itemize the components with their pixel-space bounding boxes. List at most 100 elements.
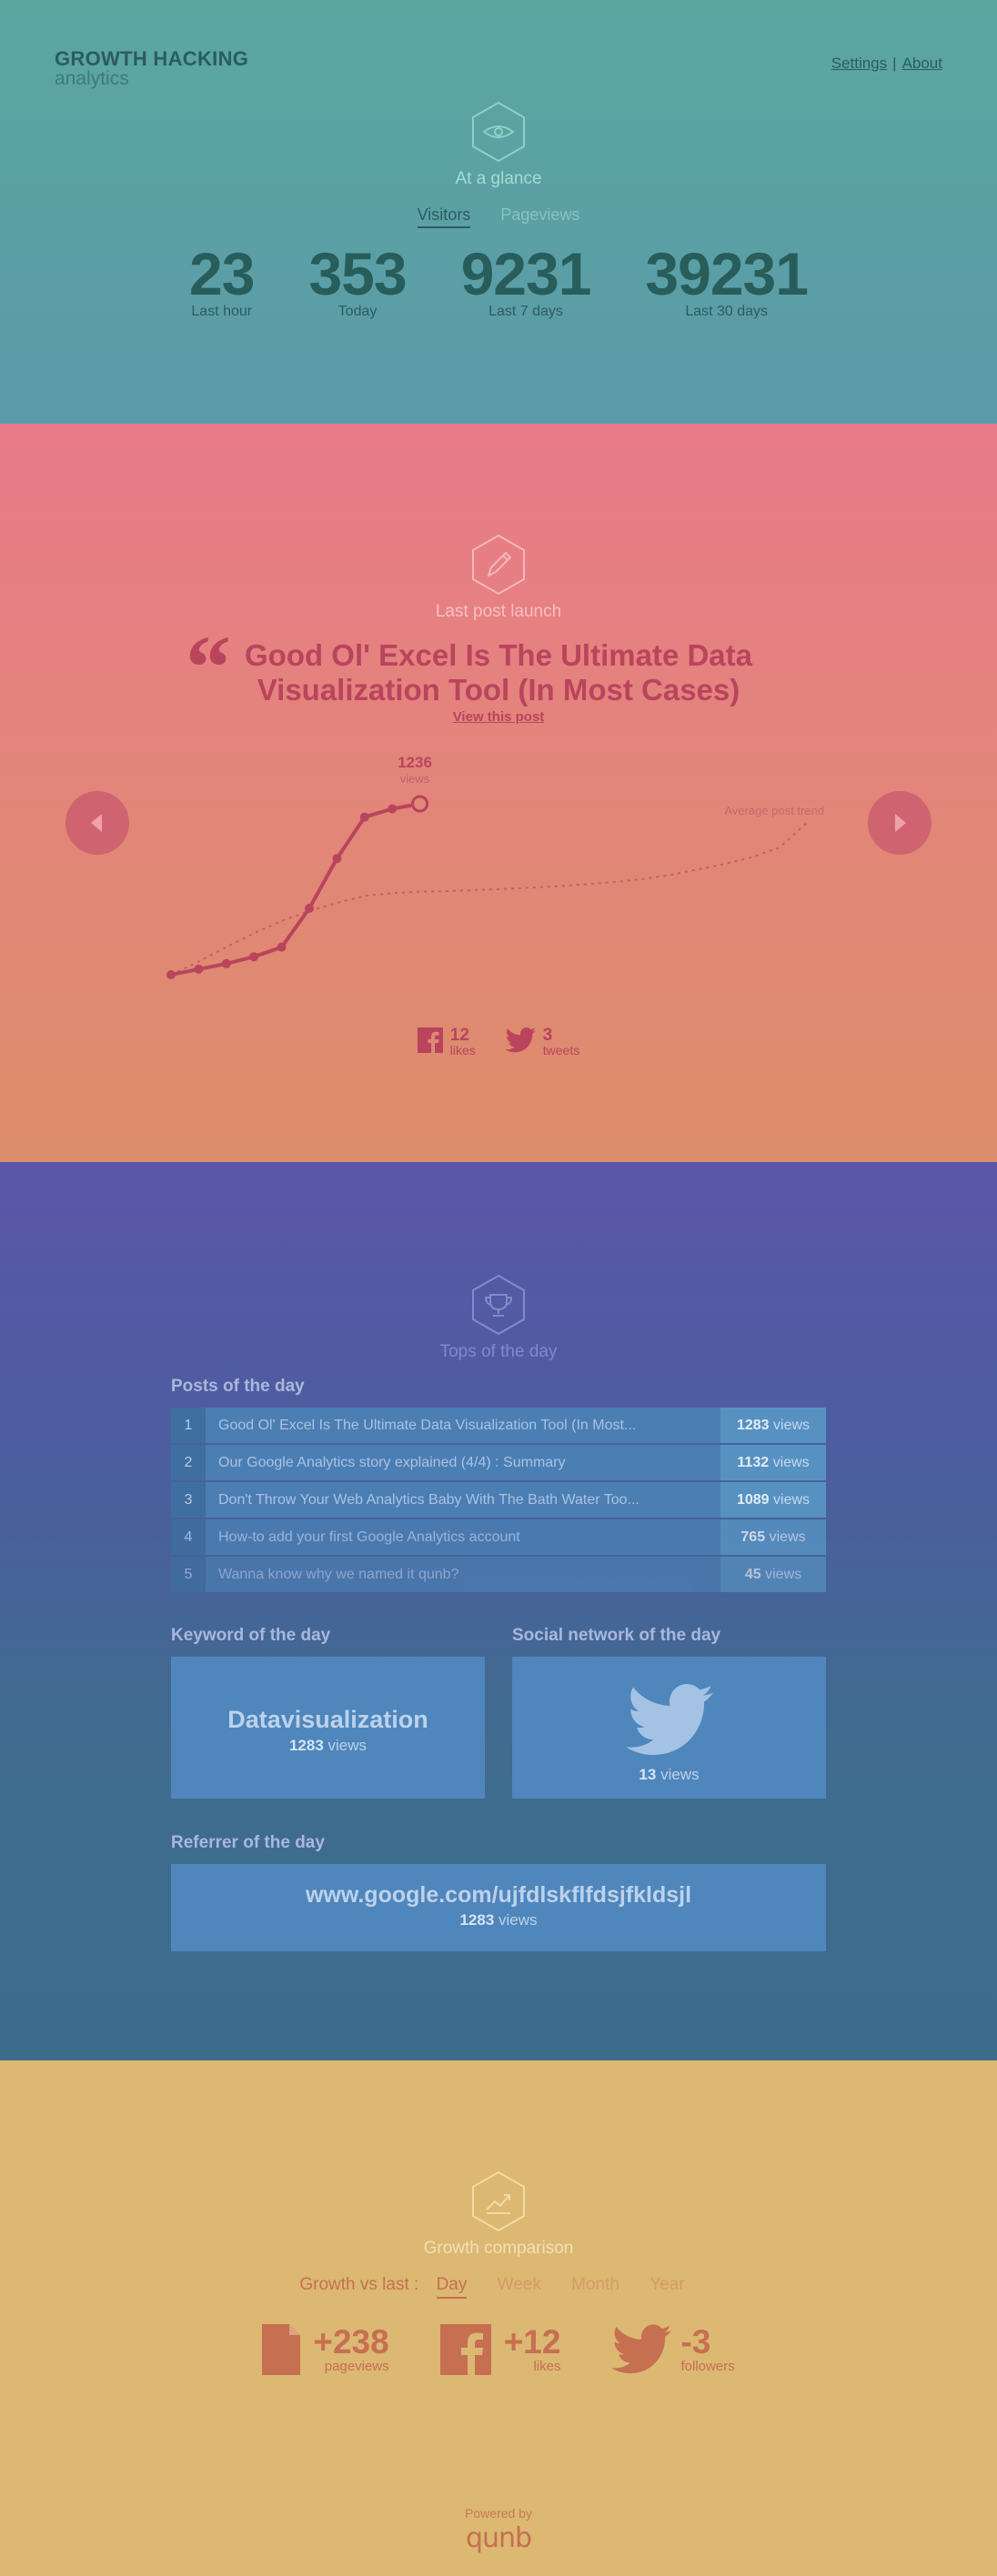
tab-year[interactable]: Year [650,2275,684,2295]
social-card: 13 views [512,1657,826,1799]
post-row[interactable]: 4 How-to add your first Google Analytics… [171,1519,826,1555]
post-row-views: 45 views [720,1557,826,1592]
tweets-count: 3 tweets [504,1027,579,1057]
keyword-of-day-title: Keyword of the day [171,1626,331,1645]
post-row-views: 765 views [720,1519,826,1555]
social-views-unit: views [660,1766,700,1783]
keyword-views-unit: views [327,1737,368,1754]
referrer-views-value: 1283 [459,1911,495,1929]
tab-visitors[interactable]: Visitors [417,205,471,228]
about-link[interactable]: About [902,55,942,72]
referrer-of-day-title: Referrer of the day [171,1833,325,1852]
post-rank: 3 [171,1482,206,1518]
eye-icon [467,100,530,164]
stat-value: 39231 [645,240,809,307]
growth-likes-label: likes [533,2359,561,2374]
stat-last-30-days: 39231 Last 30 days [645,240,809,320]
post-row[interactable]: 1 Good Ol' Excel Is The Ultimate Data Vi… [171,1408,826,1443]
growth-section-label: Growth comparison [423,2239,574,2258]
referrer-value[interactable]: www.google.com/ujfdlskflfdsjfkldsjl [171,1882,826,1909]
facebook-icon [439,2324,491,2375]
growth-section: Growth comparison Growth vs last : Day W… [0,2060,997,2576]
last-post-label: Last post launch [435,602,562,621]
likes-count: 12 likes [417,1026,476,1057]
views-point [277,942,287,952]
views-point [249,952,259,962]
view-post-link[interactable]: View this post [453,709,545,725]
keyword-views-value: 1283 [288,1737,324,1754]
brand-subtitle: analytics [55,68,129,89]
views-point [221,958,231,968]
top-nav: Settings | About [831,55,942,73]
social-views: 13 views [512,1766,826,1784]
post-row[interactable]: 2 Our Google Analytics story explained (… [171,1445,826,1480]
growth-metrics: +238 pageviews +12 likes -3 followers [0,2324,997,2375]
growth-likes: +12 likes [439,2323,561,2375]
stat-last-7-days: 9231 Last 7 days [460,240,592,320]
post-row-title: Good Ol' Excel Is The Ultimate Data Visu… [218,1418,637,1433]
stat-label: Last hour [191,304,253,319]
views-point [359,812,369,822]
referrer-card: www.google.com/ujfdlskflfdsjfkldsjl 1283… [171,1864,826,1951]
growth-pageviews-label: pageviews [324,2359,389,2374]
trend-label: Average post trend [724,804,824,817]
glance-section-label: At a glance [455,169,542,188]
post-row-views: 1283 views [720,1408,826,1443]
tab-month[interactable]: Month [571,2275,619,2295]
growth-vs-label: Growth vs last : [299,2275,419,2294]
quote-mark-icon: “ [186,616,231,717]
tops-section-label: Tops of the day [439,1342,558,1361]
stat-last-hour: 23 Last hour [189,240,255,320]
growth-likes-value: +12 [503,2323,561,2360]
post-views-value: 1132 [737,1455,770,1470]
views-point [332,854,342,864]
post-row-title: Wanna know why we named it qunb? [218,1567,459,1582]
stat-value: 353 [308,240,407,307]
post-social-counts: 12 likes 3 tweets [0,1027,997,1057]
keyword-views: 1283 views [171,1737,485,1755]
settings-link[interactable]: Settings [831,55,887,72]
post-row-views: 1132 views [720,1445,826,1480]
keyword-card: Datavisualization 1283 views [171,1657,485,1799]
chart-arrow-icon [467,2170,530,2233]
post-row[interactable]: 5 Wanna know why we named it qunb? 45 vi… [171,1557,826,1592]
powered-by-label: Powered by [465,2506,532,2521]
pencil-icon [467,533,530,596]
post-views-unit: views [769,1529,806,1545]
likes-value: 12 [449,1026,469,1045]
post-row-title: Our Google Analytics story explained (4/… [218,1455,566,1470]
post-views-value: 1283 [736,1418,770,1433]
post-row[interactable]: 3 Don't Throw Your Web Analytics Baby Wi… [171,1482,826,1518]
growth-pageviews: +238 pageviews [262,2324,389,2375]
at-a-glance-section: GROWTH HACKING analytics Settings | About … [0,0,997,424]
post-views-unit: views [772,1455,810,1470]
post-row-views: 1089 views [720,1482,826,1518]
peak-value-label: 1236 [398,754,432,771]
tab-week[interactable]: Week [498,2275,541,2295]
views-line [170,802,420,977]
growth-period-tabs: Growth vs last : Day Week Month Year [0,2275,997,2299]
tab-day[interactable]: Day [436,2275,468,2299]
facebook-icon [417,1027,443,1053]
stat-today: 353 Today [308,240,407,320]
views-point [388,804,398,814]
qunb-logo[interactable]: qunb [0,2522,997,2554]
stat-value: 23 [189,240,255,307]
post-views-unit: views [765,1567,802,1582]
stat-value: 9231 [460,240,592,307]
growth-followers: -3 followers [611,2324,735,2375]
post-rank: 5 [171,1557,206,1592]
views-points [166,795,429,979]
tab-pageviews[interactable]: Pageviews [500,205,579,225]
post-row-title: Don't Throw Your Web Analytics Baby With… [218,1492,639,1508]
peak-views-label: views [400,772,430,786]
post-row-title: How-to add your first Google Analytics a… [218,1529,520,1545]
post-views-unit: views [773,1492,811,1508]
twitter-icon [504,1027,536,1053]
post-views-value: 765 [740,1529,766,1545]
likes-label: likes [449,1043,476,1057]
posts-of-day-list: 1 Good Ol' Excel Is The Ultimate Data Vi… [171,1408,826,1594]
post-views-chart: 1236 views Average post trend 0h2h4h6h8h… [166,754,824,979]
post-title: Good Ol' Excel Is The Ultimate Data Visu… [245,638,752,707]
view-post-link-wrap: View this post [0,709,997,725]
